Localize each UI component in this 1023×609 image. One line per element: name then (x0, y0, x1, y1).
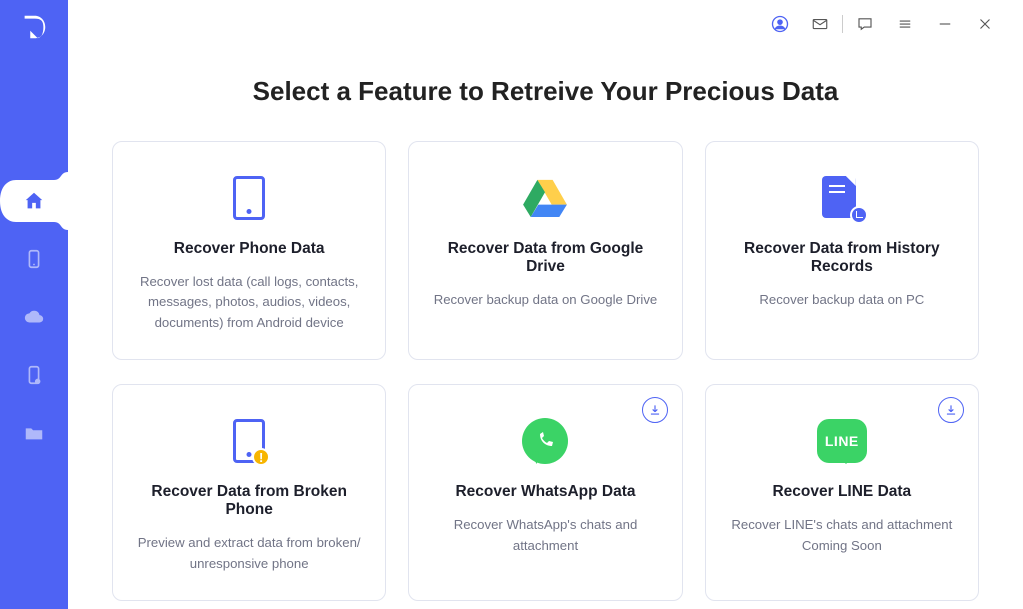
download-icon (648, 403, 662, 417)
card-title: Recover Data from Broken Phone (135, 483, 363, 519)
home-icon (23, 190, 45, 212)
card-recover-broken-phone[interactable]: ! Recover Data from Broken Phone Preview… (112, 384, 386, 601)
card-desc: Recover WhatsApp's chats and attachment (431, 515, 659, 556)
mail-icon (811, 15, 829, 33)
card-title: Recover Phone Data (135, 240, 363, 258)
app-logo (19, 12, 49, 42)
cloud-icon (23, 306, 45, 328)
close-button[interactable] (965, 0, 1005, 48)
phone-device-icon (23, 248, 45, 270)
main-content: Select a Feature to Retreive Your Precio… (68, 0, 1023, 609)
card-recover-whatsapp[interactable]: Recover WhatsApp Data Recover WhatsApp's… (408, 384, 682, 601)
download-badge[interactable] (642, 397, 668, 423)
sidebar-item-home[interactable] (0, 172, 68, 230)
card-extra: Coming Soon (728, 538, 956, 553)
menu-icon (896, 15, 914, 33)
broken-device-icon (23, 364, 45, 386)
card-title: Recover LINE Data (728, 483, 956, 501)
card-title: Recover Data from History Records (728, 240, 956, 276)
download-badge[interactable] (938, 397, 964, 423)
card-title: Recover WhatsApp Data (431, 483, 659, 501)
chat-icon (856, 15, 874, 33)
window-controls (760, 0, 1023, 48)
card-desc: Recover LINE's chats and attachment (728, 515, 956, 535)
sidebar-item-cloud[interactable] (0, 288, 68, 346)
feedback-button[interactable] (845, 0, 885, 48)
card-desc: Preview and extract data from broken/ un… (135, 533, 363, 574)
card-recover-line[interactable]: LINE Recover LINE Data Recover LINE's ch… (705, 384, 979, 601)
history-records-icon (728, 172, 956, 224)
card-recover-google-drive[interactable]: Recover Data from Google Drive Recover b… (408, 141, 682, 360)
minimize-icon (936, 15, 954, 33)
close-icon (976, 15, 994, 33)
sidebar-item-broken-device[interactable] (0, 346, 68, 404)
sidebar (0, 0, 68, 609)
broken-phone-icon: ! (135, 415, 363, 467)
mail-button[interactable] (800, 0, 840, 48)
card-desc: Recover lost data (call logs, contacts, … (135, 272, 363, 333)
feature-cards: Recover Phone Data Recover lost data (ca… (112, 141, 979, 601)
sidebar-nav (0, 172, 68, 462)
whatsapp-icon (431, 415, 659, 467)
card-recover-history-records[interactable]: Recover Data from History Records Recove… (705, 141, 979, 360)
google-drive-icon (431, 172, 659, 224)
minimize-button[interactable] (925, 0, 965, 48)
card-desc: Recover backup data on Google Drive (431, 290, 659, 310)
folder-icon (23, 422, 45, 444)
phone-icon (135, 172, 363, 224)
account-icon (771, 15, 789, 33)
download-icon (944, 403, 958, 417)
account-button[interactable] (760, 0, 800, 48)
sidebar-item-files[interactable] (0, 404, 68, 462)
card-title: Recover Data from Google Drive (431, 240, 659, 276)
separator (842, 15, 843, 33)
sidebar-item-phone[interactable] (0, 230, 68, 288)
app-window: Select a Feature to Retreive Your Precio… (0, 0, 1023, 609)
line-icon: LINE (728, 415, 956, 467)
page-title: Select a Feature to Retreive Your Precio… (112, 76, 979, 107)
card-desc: Recover backup data on PC (728, 290, 956, 310)
menu-button[interactable] (885, 0, 925, 48)
card-recover-phone-data[interactable]: Recover Phone Data Recover lost data (ca… (112, 141, 386, 360)
